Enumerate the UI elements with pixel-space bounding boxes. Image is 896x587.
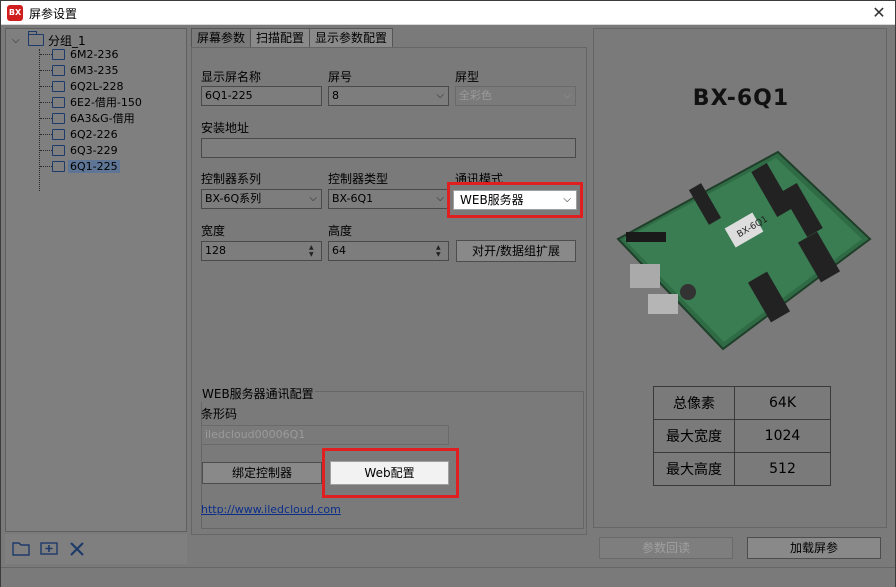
screen-no-label: 屏号 [328,70,353,84]
spec-value: 512 [734,452,831,486]
screen-no-value: 8 [332,89,339,102]
delete-icon[interactable] [67,540,87,558]
bind-controller-button[interactable]: 绑定控制器 [202,462,322,484]
controller-preview-panel: BX-6Q1 BX-6Q1 总像素 64K 最大宽度 1024 最大高度 512 [593,28,887,528]
ctrl-series-select[interactable]: BX-6Q系列 ⌵ [201,189,322,209]
spec-key: 最大宽度 [653,419,735,453]
tab-scan-config[interactable]: 扫描配置 [250,28,311,48]
tree-item[interactable]: 6M2-236 [40,46,120,62]
screen-icon [52,160,65,172]
barcode-input: iledcloud00006Q1 [201,425,449,445]
tree-item-selected[interactable]: 6Q1-225 [40,158,120,174]
screen-icon [52,48,65,60]
expand-button[interactable]: 对开/数据组扩展 [456,240,576,262]
height-label: 高度 [328,224,353,238]
spec-row: 最大高度 512 [653,452,831,486]
folder-icon [28,31,44,46]
screen-icon [52,128,65,140]
chevron-down-icon: ⌵ [436,90,444,101]
comm-mode-select[interactable]: WEB服务器 ⌵ [453,190,577,210]
width-spinbox[interactable]: 128 ▲ ▼ [201,241,322,261]
close-icon[interactable]: ✕ [869,3,889,23]
tree-item[interactable]: 6M3-235 [40,62,120,78]
ctrl-series-value: BX-6Q系列 [205,192,262,205]
screen-params-page: 显示屏名称 6Q1-225 屏号 8 ⌵ 屏型 全彩色 ⌵ 安装地址 控制器系列 B… [191,47,587,535]
controller-model-title: BX-6Q1 [692,86,790,111]
tree-item[interactable]: 6A3&G-借用 [40,110,137,126]
add-group-folder-icon[interactable] [11,540,31,558]
spec-row: 最大宽度 1024 [653,419,831,453]
controller-board-image: BX-6Q1 [608,144,874,359]
tree-item-label: 6Q3-229 [70,143,118,157]
width-value: 128 [205,244,226,257]
tree-item-label: 6E2-借用-150 [70,96,142,109]
status-bar [1,567,895,587]
display-name-label: 显示屏名称 [201,70,262,84]
readback-button[interactable]: 参数回读 [599,537,733,559]
screen-icon [52,64,65,76]
screen-type-select: 全彩色 ⌵ [455,86,576,106]
title-bar: BX 屏参设置 ✕ [1,1,895,25]
screen-icon [52,112,65,124]
tree-item-label: 6Q2L-228 [70,79,124,93]
tab-bar: 屏幕参数 扫描配置 显示参数配置 [191,28,394,48]
tree-item[interactable]: 6Q3-229 [40,142,120,158]
install-addr-input[interactable] [201,138,576,158]
add-screen-icon[interactable] [39,540,59,558]
comm-mode-value: WEB服务器 [460,193,524,207]
ctrl-type-select[interactable]: BX-6Q1 ⌵ [328,189,449,209]
ctrl-series-label: 控制器系列 [201,172,262,186]
chevron-down-icon: ⌵ [563,90,571,101]
screen-icon [52,96,65,108]
spin-arrows-icon[interactable]: ▲ ▼ [309,244,319,258]
screen-icon [52,144,65,156]
tree-toolbar [5,534,187,564]
display-name-input[interactable]: 6Q1-225 [201,86,322,106]
screen-type-label: 屏型 [455,70,480,84]
height-spinbox[interactable]: 64 ▲ ▼ [328,241,449,261]
chevron-down-icon: ⌵ [309,193,317,204]
tab-screen-params[interactable]: 屏幕参数 [191,28,252,48]
spec-row: 总像素 64K [653,386,831,420]
tree-item-label: 6Q2-226 [70,127,118,141]
spec-value: 64K [734,386,831,420]
tree-item-label: 6Q1-225 [68,159,120,173]
settings-window: BX 屏参设置 ✕ ⌵ 分组_1 6M2-236 6M3-235 6Q2L-22… [0,0,896,587]
chevron-down-icon: ⌵ [563,194,571,205]
tree-item-label: 6A3&G-借用 [70,112,135,125]
app-logo: BX [7,5,23,21]
screen-type-value: 全彩色 [459,89,492,102]
spin-arrows-icon[interactable]: ▲ ▼ [436,244,446,258]
tree-item-label: 6M3-235 [70,63,119,77]
iledcloud-link[interactable]: http://www.iledcloud.com [201,503,341,516]
tree-item-label: 6M2-236 [70,47,119,61]
chevron-down-icon: ⌵ [436,193,444,204]
ctrl-type-value: BX-6Q1 [332,192,374,205]
spec-value: 1024 [734,419,831,453]
spec-table: 总像素 64K 最大宽度 1024 最大高度 512 [653,386,831,486]
screen-tree: ⌵ 分组_1 6M2-236 6M3-235 6Q2L-228 6E2-借用-1… [5,28,187,532]
chevron-down-icon[interactable]: ⌵ [12,35,24,46]
tree-item[interactable]: 6E2-借用-150 [40,94,144,110]
tree-item[interactable]: 6Q2L-228 [40,78,126,94]
screen-no-select[interactable]: 8 ⌵ [328,86,449,106]
web-group-title: WEB服务器通讯配置 [201,385,315,402]
tab-display-params[interactable]: 显示参数配置 [309,28,394,48]
width-label: 宽度 [201,224,226,238]
ctrl-type-label: 控制器类型 [328,172,389,186]
window-title: 屏参设置 [29,7,78,21]
barcode-label: 条形码 [201,407,238,421]
spec-key: 总像素 [653,386,735,420]
load-params-button[interactable]: 加载屏参 [747,537,881,559]
web-config-button[interactable]: Web配置 [330,461,449,485]
screen-icon [52,80,65,92]
tree-item[interactable]: 6Q2-226 [40,126,120,142]
height-value: 64 [332,244,346,257]
install-addr-label: 安装地址 [201,121,250,135]
spec-key: 最大高度 [653,452,735,486]
